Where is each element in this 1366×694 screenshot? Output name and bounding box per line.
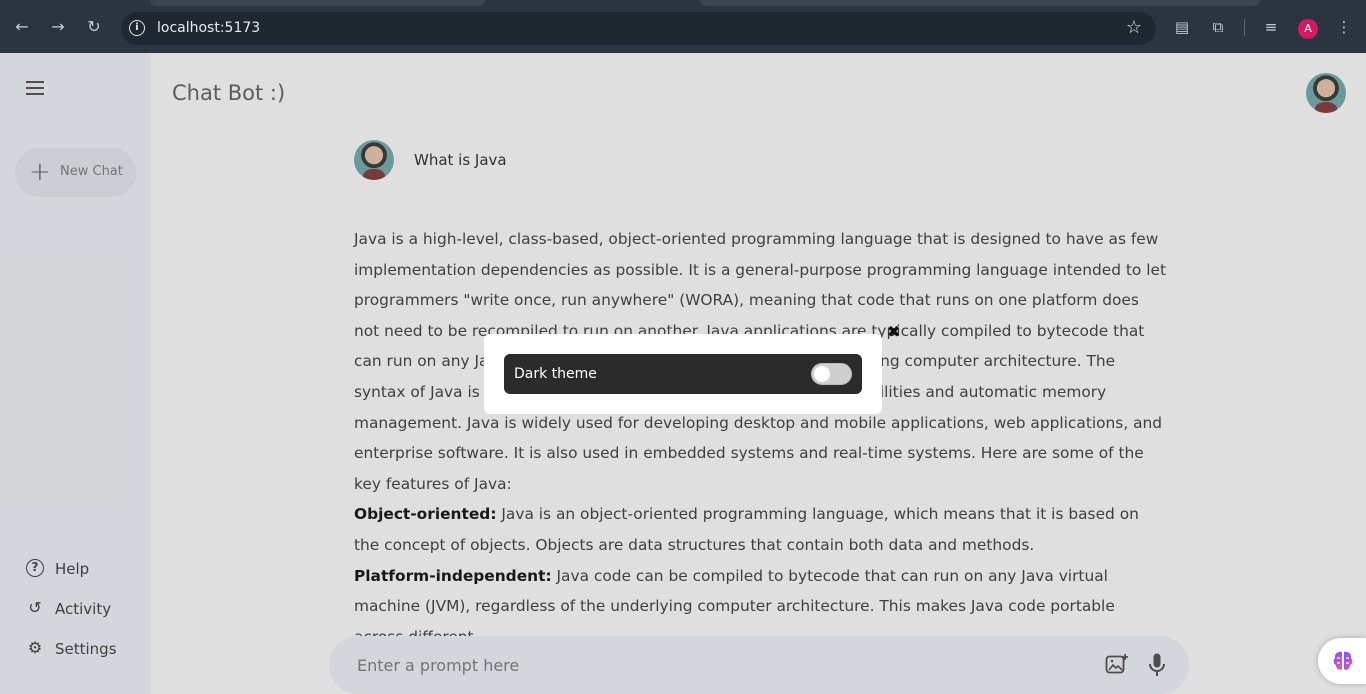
- puzzle-extensions-icon[interactable]: ⧉: [1208, 17, 1228, 37]
- extension-icon[interactable]: ▤: [1172, 17, 1192, 37]
- forward-icon[interactable]: →: [48, 17, 68, 37]
- close-icon[interactable]: ✖: [887, 324, 900, 340]
- reload-icon[interactable]: ↻: [84, 17, 104, 37]
- profile-avatar[interactable]: A: [1298, 19, 1318, 39]
- tab-strip-edge: [150, 0, 485, 6]
- dark-theme-row: Dark theme: [504, 354, 862, 394]
- theme-modal: ✖ Dark theme: [484, 324, 900, 414]
- dark-theme-label: Dark theme: [514, 366, 597, 382]
- toggle-knob: [814, 366, 830, 382]
- back-icon[interactable]: ←: [12, 17, 32, 37]
- browser-toolbar: ← → ↻ i localhost:5173 ☆ ▤ ⧉ ≡ A ⋮: [0, 0, 1366, 53]
- more-menu-icon[interactable]: ⋮: [1334, 17, 1354, 37]
- url-text[interactable]: localhost:5173: [157, 20, 260, 36]
- tab-strip-edge: [700, 0, 1260, 6]
- assistant-fab[interactable]: [1318, 638, 1366, 684]
- media-queue-icon[interactable]: ≡: [1261, 17, 1281, 37]
- bookmark-star-icon[interactable]: ☆: [1126, 17, 1142, 38]
- toolbar-divider: [1244, 19, 1245, 36]
- brain-icon: [1333, 651, 1353, 670]
- address-bar[interactable]: i localhost:5173 ☆: [121, 12, 1156, 45]
- dark-theme-toggle[interactable]: [811, 363, 852, 385]
- site-info-icon[interactable]: i: [129, 20, 145, 36]
